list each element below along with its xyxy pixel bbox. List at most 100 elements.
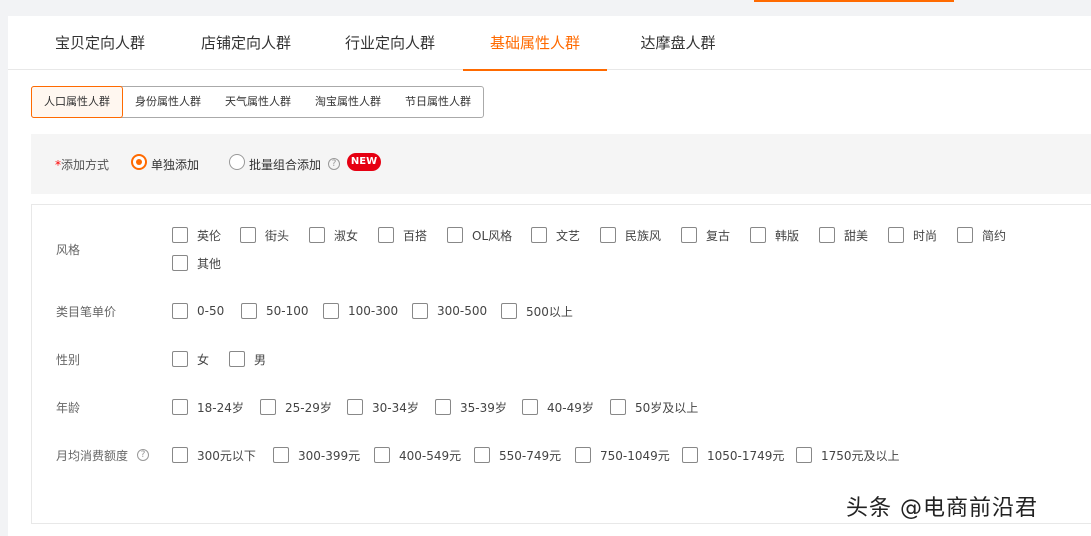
style-label: 风格 bbox=[56, 243, 81, 257]
option-label: 时尚 bbox=[913, 228, 938, 243]
spend-option[interactable]: 1750元及以上 bbox=[796, 447, 900, 463]
checkbox[interactable] bbox=[378, 227, 394, 243]
checkbox[interactable] bbox=[682, 447, 698, 463]
checkbox[interactable] bbox=[600, 227, 616, 243]
checkbox[interactable] bbox=[273, 447, 289, 463]
age-option[interactable]: 18-24岁 bbox=[172, 399, 244, 415]
option-label: 文艺 bbox=[556, 228, 581, 243]
single-add-label[interactable]: 单独添加 bbox=[151, 156, 199, 173]
age-option[interactable]: 40-49岁 bbox=[522, 399, 594, 415]
option-label: 300-500 bbox=[437, 304, 488, 318]
style-option[interactable]: 淑女 bbox=[309, 227, 358, 243]
checkbox[interactable] bbox=[750, 227, 766, 243]
checkbox[interactable] bbox=[172, 303, 188, 319]
checkbox[interactable] bbox=[501, 303, 517, 319]
checkbox[interactable] bbox=[610, 399, 626, 415]
option-label: 英伦 bbox=[197, 228, 222, 243]
checkbox[interactable] bbox=[681, 227, 697, 243]
price-option[interactable]: 100-300 bbox=[323, 303, 398, 319]
checkbox[interactable] bbox=[323, 303, 339, 319]
subtab-identity[interactable]: 身份属性人群 bbox=[123, 87, 213, 117]
price-option[interactable]: 300-500 bbox=[412, 303, 487, 319]
checkbox[interactable] bbox=[172, 227, 188, 243]
style-option[interactable]: 韩版 bbox=[750, 227, 799, 243]
price-option[interactable]: 0-50 bbox=[172, 303, 224, 319]
checkbox[interactable] bbox=[309, 227, 325, 243]
age-option[interactable]: 35-39岁 bbox=[435, 399, 507, 415]
checkbox[interactable] bbox=[172, 351, 188, 367]
price-option[interactable]: 500以上 bbox=[501, 303, 573, 319]
option-label: 550-749元 bbox=[499, 448, 562, 463]
option-label: 35-39岁 bbox=[460, 400, 507, 415]
option-label: 30-34岁 bbox=[372, 400, 419, 415]
tab-basic-attribute-crowd[interactable]: 基础属性人群 bbox=[463, 16, 607, 71]
tab-industry-crowd[interactable]: 行业定向人群 bbox=[330, 16, 450, 70]
checkbox[interactable] bbox=[575, 447, 591, 463]
style-option[interactable]: 时尚 bbox=[888, 227, 937, 243]
style-option[interactable]: OL风格 bbox=[447, 227, 512, 243]
option-label: 0-50 bbox=[197, 304, 225, 318]
style-option[interactable]: 英伦 bbox=[172, 227, 221, 243]
subtab-taobao[interactable]: 淘宝属性人群 bbox=[303, 87, 393, 117]
checkbox[interactable] bbox=[172, 399, 188, 415]
checkbox[interactable] bbox=[260, 399, 276, 415]
checkbox[interactable] bbox=[888, 227, 904, 243]
checkbox[interactable] bbox=[241, 303, 257, 319]
checkbox[interactable] bbox=[347, 399, 363, 415]
style-option[interactable]: 其他 bbox=[172, 255, 221, 271]
style-option[interactable]: 复古 bbox=[681, 227, 730, 243]
help-icon[interactable]: ? bbox=[328, 158, 340, 170]
style-option[interactable]: 街头 bbox=[240, 227, 289, 243]
spend-help-icon[interactable]: ? bbox=[137, 449, 149, 461]
checkbox[interactable] bbox=[172, 447, 188, 463]
spend-option[interactable]: 1050-1749元 bbox=[682, 447, 784, 463]
subtab-population[interactable]: 人口属性人群 bbox=[31, 86, 123, 118]
batch-add-radio[interactable] bbox=[229, 154, 245, 170]
spend-option[interactable]: 400-549元 bbox=[374, 447, 461, 463]
spend-option[interactable]: 300-399元 bbox=[273, 447, 360, 463]
style-option[interactable]: 文艺 bbox=[531, 227, 580, 243]
checkbox[interactable] bbox=[240, 227, 256, 243]
checkbox[interactable] bbox=[229, 351, 245, 367]
subtab-holiday[interactable]: 节日属性人群 bbox=[393, 87, 483, 117]
style-option[interactable]: 简约 bbox=[957, 227, 1006, 243]
style-option[interactable]: 民族风 bbox=[600, 227, 661, 243]
batch-add-label[interactable]: 批量组合添加 bbox=[249, 156, 321, 173]
checkbox[interactable] bbox=[474, 447, 490, 463]
gender-option[interactable]: 男 bbox=[229, 351, 266, 367]
spend-option[interactable]: 550-749元 bbox=[474, 447, 561, 463]
age-option[interactable]: 30-34岁 bbox=[347, 399, 419, 415]
option-label: 500以上 bbox=[526, 304, 573, 319]
tab-shop-crowd[interactable]: 店铺定向人群 bbox=[186, 16, 306, 70]
checkbox[interactable] bbox=[531, 227, 547, 243]
checkbox[interactable] bbox=[522, 399, 538, 415]
top-accent-bar bbox=[754, 0, 954, 2]
checkbox[interactable] bbox=[957, 227, 973, 243]
option-label: 18-24岁 bbox=[197, 400, 244, 415]
age-label: 年龄 bbox=[56, 401, 81, 415]
age-option[interactable]: 50岁及以上 bbox=[610, 399, 698, 415]
watermark: 头条 @电商前沿君 bbox=[846, 496, 1038, 521]
gender-option[interactable]: 女 bbox=[172, 351, 209, 367]
single-add-radio[interactable] bbox=[131, 154, 147, 170]
style-option[interactable]: 百搭 bbox=[378, 227, 427, 243]
age-option[interactable]: 25-29岁 bbox=[260, 399, 332, 415]
checkbox[interactable] bbox=[447, 227, 463, 243]
checkbox[interactable] bbox=[819, 227, 835, 243]
subtab-weather[interactable]: 天气属性人群 bbox=[213, 87, 303, 117]
option-label: 1750元及以上 bbox=[821, 448, 900, 463]
checkbox[interactable] bbox=[374, 447, 390, 463]
spend-option[interactable]: 750-1049元 bbox=[575, 447, 670, 463]
spend-option[interactable]: 300元以下 bbox=[172, 447, 256, 463]
checkbox[interactable] bbox=[412, 303, 428, 319]
add-method-text: 添加方式 bbox=[61, 158, 110, 172]
checkbox[interactable] bbox=[796, 447, 812, 463]
tab-item-crowd[interactable]: 宝贝定向人群 bbox=[40, 16, 160, 70]
checkbox[interactable] bbox=[435, 399, 451, 415]
checkbox[interactable] bbox=[172, 255, 188, 271]
new-badge: NEW bbox=[347, 153, 381, 171]
gender-label: 性别 bbox=[56, 353, 81, 367]
tab-dmp-crowd[interactable]: 达摩盘人群 bbox=[623, 16, 733, 70]
price-option[interactable]: 50-100 bbox=[241, 303, 309, 319]
style-option[interactable]: 甜美 bbox=[819, 227, 868, 243]
